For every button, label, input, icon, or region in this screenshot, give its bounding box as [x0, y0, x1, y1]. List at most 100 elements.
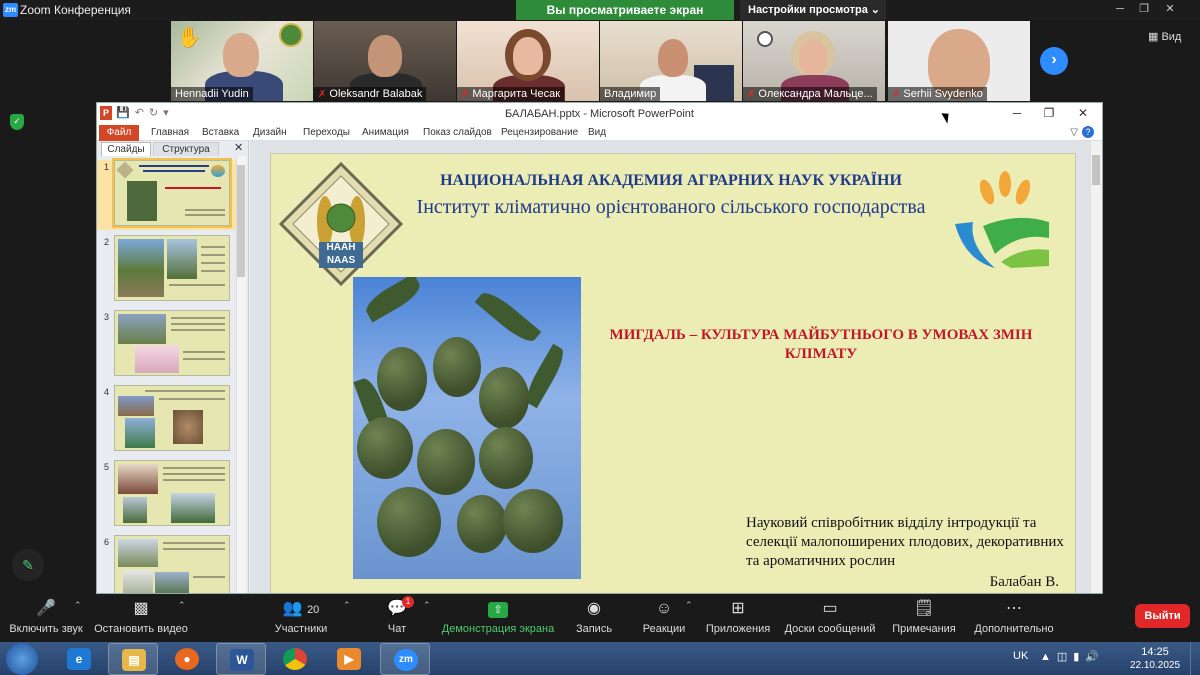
- stop-video-button[interactable]: ▩ Остановить видео: [94, 598, 188, 635]
- ppt-restore-icon[interactable]: ❐: [1035, 106, 1063, 120]
- show-desktop-button[interactable]: [1190, 642, 1200, 675]
- ribbon-collapse-icon[interactable]: ▽: [1070, 127, 1078, 138]
- tab-home[interactable]: Главная: [151, 127, 189, 138]
- internet-explorer-icon[interactable]: e: [54, 643, 104, 675]
- apps-icon: ⊞: [731, 600, 745, 617]
- leaf-icon: [979, 179, 995, 205]
- media-player-icon[interactable]: ▶: [324, 643, 374, 675]
- current-slide[interactable]: НААН NAAS НАЦИОНАЛЬНАЯ АКАДЕМИЯ АГРАРНИХ…: [270, 153, 1076, 593]
- word-icon[interactable]: W: [216, 643, 266, 675]
- customize-icon[interactable]: ▾: [163, 107, 174, 119]
- reactions-caret[interactable]: ⌃: [685, 600, 693, 611]
- audio-options-caret[interactable]: ⌃: [74, 600, 82, 611]
- clock-date[interactable]: 22.10.2025: [1127, 660, 1183, 671]
- apps-button[interactable]: ⊞ Приложения: [703, 598, 773, 635]
- participant-tile[interactable]: ✋ Hennadii Yudin: [171, 21, 313, 101]
- leaf-icon: [999, 171, 1011, 197]
- tab-slideshow[interactable]: Показ слайдов: [423, 127, 492, 138]
- undo-icon[interactable]: ↶: [135, 107, 149, 119]
- tray-expand-icon[interactable]: ▲: [1040, 651, 1057, 663]
- thumb-image: [118, 239, 164, 297]
- clock-time[interactable]: 14:25: [1130, 646, 1180, 658]
- ppt-close-icon[interactable]: ✕: [1069, 106, 1097, 120]
- participant-name: Hennadii Yudin: [171, 87, 253, 101]
- slide-scroll-thumb[interactable]: [1092, 155, 1100, 185]
- tab-slides[interactable]: Слайды: [101, 142, 151, 156]
- slide-number: 1: [104, 162, 110, 172]
- more-button[interactable]: ⋯ Дополнительно: [972, 598, 1056, 635]
- video-options-caret[interactable]: ⌃: [178, 600, 186, 611]
- zoom-taskbar-icon[interactable]: zm: [380, 643, 430, 675]
- tab-file[interactable]: Файл: [99, 125, 139, 141]
- naas-logo: [279, 162, 403, 286]
- quick-access-toolbar[interactable]: 💾↶↻▾: [116, 106, 174, 119]
- mic-off-icon: ✗: [892, 89, 901, 100]
- chat-caret[interactable]: ⌃: [423, 600, 431, 611]
- tab-transitions[interactable]: Переходы: [303, 127, 350, 138]
- meeting-toolbar: 🎤 Включить звук ⌃ ▩ Остановить видео ⌃ 👥…: [0, 594, 1200, 642]
- participants-button[interactable]: 👥 20 Участники: [270, 598, 332, 635]
- slide-thumbnail[interactable]: 6: [97, 535, 237, 593]
- tab-view[interactable]: Вид: [588, 127, 606, 138]
- thumb-image: [173, 410, 203, 444]
- participants-caret[interactable]: ⌃: [343, 600, 351, 611]
- reactions-button[interactable]: ☺ Реакции: [640, 598, 688, 635]
- chat-unread-badge: 1: [402, 596, 414, 608]
- pane-scroll-thumb[interactable]: [237, 165, 245, 277]
- volume-icon[interactable]: 🔊: [1085, 651, 1105, 663]
- view-button[interactable]: ▦ Вид: [1148, 30, 1181, 43]
- tab-design[interactable]: Дизайн: [253, 127, 287, 138]
- close-icon[interactable]: ✕: [1162, 2, 1178, 16]
- file-explorer-icon[interactable]: ▤: [108, 643, 158, 675]
- slide-thumbnail[interactable]: 3: [97, 310, 237, 380]
- battery-icon[interactable]: ▮: [1073, 651, 1085, 663]
- record-button[interactable]: ◉ Запись: [572, 598, 616, 635]
- view-options-button[interactable]: Настройки просмотра ⌄: [740, 0, 886, 20]
- tab-outline[interactable]: Структура: [153, 142, 219, 156]
- language-indicator[interactable]: UK: [1013, 650, 1028, 662]
- slide-edit-area: НААН NAAS НАЦИОНАЛЬНАЯ АКАДЕМИЯ АГРАРНИХ…: [250, 141, 1102, 593]
- slide-thumbnail[interactable]: 1: [97, 158, 237, 230]
- redo-icon[interactable]: ↻: [149, 107, 163, 119]
- participant-tile[interactable]: ✗ Олександра Мальце...: [743, 21, 885, 101]
- tab-insert[interactable]: Вставка: [202, 127, 239, 138]
- share-screen-icon: ⇧: [488, 602, 508, 618]
- chrome-icon[interactable]: [270, 643, 320, 675]
- slide-scrollbar[interactable]: [1090, 141, 1102, 593]
- next-page-icon[interactable]: ›: [1040, 47, 1068, 75]
- tab-animation[interactable]: Анимация: [362, 127, 409, 138]
- author-description: Науковий співробітник відділу інтродукці…: [746, 515, 1064, 569]
- slide-thumbnail[interactable]: 4: [97, 385, 237, 455]
- almond-fruit: [479, 367, 529, 429]
- slide-title-academy: НАЦИОНАЛЬНАЯ АКАДЕМИЯ АГРАРНИХ НАУК УКРА…: [440, 172, 902, 189]
- chevron-down-icon: ⌄: [870, 4, 880, 16]
- participant-tile[interactable]: ✗ Маргарита Чесак: [457, 21, 599, 101]
- participant-tile[interactable]: ✗ Oleksandr Balabak: [314, 21, 456, 101]
- shield-icon[interactable]: ✓: [10, 114, 24, 130]
- zoom-logo-icon: zm: [3, 3, 18, 17]
- notes-button[interactable]: 🗒 Примечания: [890, 598, 958, 635]
- participant-tile[interactable]: ✗ Serhii Svydenko: [888, 21, 1030, 101]
- save-icon[interactable]: 💾: [116, 107, 135, 119]
- thumb-text: [163, 467, 225, 469]
- participant-tile[interactable]: Владимир: [600, 21, 742, 101]
- firefox-icon[interactable]: ●: [162, 643, 212, 675]
- minimize-icon[interactable]: ─: [1112, 2, 1128, 16]
- thumb-text: [171, 329, 225, 331]
- leave-meeting-button[interactable]: Выйти: [1135, 604, 1190, 628]
- annotate-pencil-icon[interactable]: ✎: [12, 549, 44, 581]
- almond-fruit: [377, 347, 427, 411]
- slide-thumbnail-preview: [112, 158, 232, 228]
- whiteboards-button[interactable]: ▭ Доски сообщений: [782, 598, 878, 635]
- start-button-icon[interactable]: [6, 643, 38, 675]
- network-icon[interactable]: ◫: [1057, 651, 1073, 663]
- slide-thumbnail[interactable]: 2: [97, 235, 237, 305]
- pane-close-icon[interactable]: ✕: [234, 141, 243, 154]
- restore-icon[interactable]: ❐: [1136, 2, 1152, 16]
- almond-fruit: [377, 487, 441, 557]
- tab-review[interactable]: Рецензирование: [501, 127, 578, 138]
- ppt-minimize-icon[interactable]: ─: [1003, 106, 1031, 120]
- slide-thumbnail[interactable]: 5: [97, 460, 237, 530]
- help-icon[interactable]: ?: [1082, 126, 1094, 138]
- share-screen-button[interactable]: ⇧ Демонстрация экрана: [440, 598, 556, 635]
